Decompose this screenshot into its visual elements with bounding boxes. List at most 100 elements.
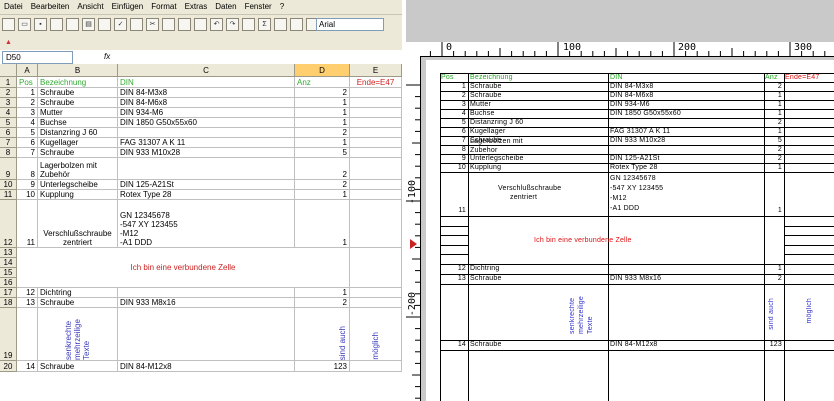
row-header[interactable]: 18 [0,298,17,308]
menu-ansicht[interactable]: Ansicht [73,0,107,14]
copy-icon[interactable] [162,18,175,31]
column-header-a[interactable]: A [17,64,38,77]
cell-b6[interactable]: Distanzring J 60 [38,128,118,138]
cell-b11[interactable]: Kupplung [38,190,118,200]
cell-a4[interactable]: 3 [17,108,38,118]
cell-d4[interactable]: 1 [295,108,350,118]
menu-format[interactable]: Format [147,0,180,14]
cell-a5[interactable]: 4 [17,118,38,128]
menu-bearbeiten[interactable]: Bearbeiten [27,0,74,14]
cell-e11[interactable] [350,190,402,200]
cell-c9[interactable] [118,158,295,180]
cell-d18[interactable]: 2 [295,298,350,308]
cell-c19[interactable] [118,308,295,361]
email-icon[interactable] [66,18,79,31]
cell-e17[interactable] [350,288,402,298]
cell-b8[interactable]: Schraube [38,148,118,158]
row-header[interactable]: 7 [0,138,17,148]
cell-a11[interactable]: 10 [17,190,38,200]
name-box[interactable]: D50 [2,51,73,64]
cell-b1[interactable]: Bezeichnung [38,77,118,88]
menu-extras[interactable]: Extras [181,0,212,14]
open-folder-icon[interactable]: ▭ [18,18,31,31]
cell-b3[interactable]: Schraube [38,98,118,108]
cell-c3[interactable]: DIN 84-M6x8 [118,98,295,108]
cell-b5[interactable]: Buchse [38,118,118,128]
row-header[interactable]: 8 [0,148,17,158]
spelling-icon[interactable]: ✓ [114,18,127,31]
cell-e2[interactable] [350,88,402,98]
cell-d5[interactable]: 1 [295,118,350,128]
cell-b2[interactable]: Schraube [38,88,118,98]
cell-e6[interactable] [350,128,402,138]
undo-icon[interactable]: ↶ [210,18,223,31]
cell-e13-e16[interactable] [350,248,402,288]
cell-c8[interactable]: DIN 933 M10x28 [118,148,295,158]
cell-b19[interactable]: senkrechte mehrzeilige Texte [38,308,118,361]
cell-e1[interactable]: Ende=E47 [350,77,402,88]
cell-e20[interactable] [350,361,402,372]
cell-d12[interactable]: 1 [295,200,350,248]
cell-d6[interactable]: 2 [295,128,350,138]
cell-c5[interactable]: DIN 1850 G50x55x60 [118,118,295,128]
row-header[interactable]: 11 [0,190,17,200]
cell-c6[interactable] [118,128,295,138]
print-preview-icon[interactable] [98,18,111,31]
row-header[interactable]: 13 [0,248,17,258]
cell-a18[interactable]: 13 [17,298,38,308]
row-header[interactable]: 12 [0,200,17,248]
cell-c18[interactable]: DIN 933 M8x16 [118,298,295,308]
cell-c7[interactable]: FAG 31307 A K 11 [118,138,295,148]
cell-c20[interactable]: DIN 84-M12x8 [118,361,295,372]
fx-icon[interactable]: fx [104,51,110,63]
cell-b17[interactable]: Dichtring [38,288,118,298]
new-file-icon[interactable] [2,18,15,31]
row-header[interactable]: 10 [0,180,17,190]
cell-e19[interactable]: möglich [350,308,402,361]
cell-c17[interactable] [118,288,295,298]
row-header[interactable]: 20 [0,361,17,372]
row-header[interactable]: 14 [0,258,17,268]
merged-cell[interactable]: Ich bin eine verbundene Zelle [17,248,350,288]
chart-wizard-icon[interactable] [290,18,303,31]
menu-daten[interactable]: Daten [211,0,240,14]
cell-d20[interactable]: 123 [295,361,350,372]
cell-d17[interactable]: 1 [295,288,350,298]
cell-b4[interactable]: Mutter [38,108,118,118]
cell-b9[interactable]: Lagerbolzen mit Zubehör [38,158,118,180]
cell-a3[interactable]: 2 [17,98,38,108]
cell-a17[interactable]: 12 [17,288,38,298]
cell-b12[interactable]: Verschlußschraube zentriert [38,200,118,248]
redo-icon[interactable]: ↷ [226,18,239,31]
row-header[interactable]: 9 [0,158,17,180]
column-header-b[interactable]: B [38,64,118,77]
cell-d2[interactable]: 2 [295,88,350,98]
format-painter-icon[interactable] [194,18,207,31]
research-icon[interactable] [130,18,143,31]
cell-c2[interactable]: DIN 84-M3x8 [118,88,295,98]
column-header-d[interactable]: D [295,64,350,77]
menu-fenster[interactable]: Fenster [241,0,276,14]
autosum-icon[interactable]: Σ [258,18,271,31]
cell-a2[interactable]: 1 [17,88,38,98]
select-all-corner[interactable] [0,64,17,77]
row-header[interactable]: 17 [0,288,17,298]
row-header[interactable]: 16 [0,278,17,288]
row-header[interactable]: 6 [0,128,17,138]
row-header[interactable]: 5 [0,118,17,128]
drawing-icon[interactable]: ▲ [2,36,15,49]
menu-datei[interactable]: Datei [0,0,27,14]
cell-b18[interactable]: Schraube [38,298,118,308]
cell-b10[interactable]: Unterlegscheibe [38,180,118,190]
save-icon[interactable]: ▪ [34,18,47,31]
cell-d3[interactable]: 1 [295,98,350,108]
cell-c11[interactable]: Rotex Type 28 [118,190,295,200]
cell-b20[interactable]: Schraube [38,361,118,372]
cell-b7[interactable]: Kugellager [38,138,118,148]
cell-e9[interactable] [350,158,402,180]
cell-d7[interactable]: 1 [295,138,350,148]
cell-a19[interactable] [17,308,38,361]
row-header[interactable]: 19 [0,308,17,361]
cell-d11[interactable]: 1 [295,190,350,200]
cell-a20[interactable]: 14 [17,361,38,372]
